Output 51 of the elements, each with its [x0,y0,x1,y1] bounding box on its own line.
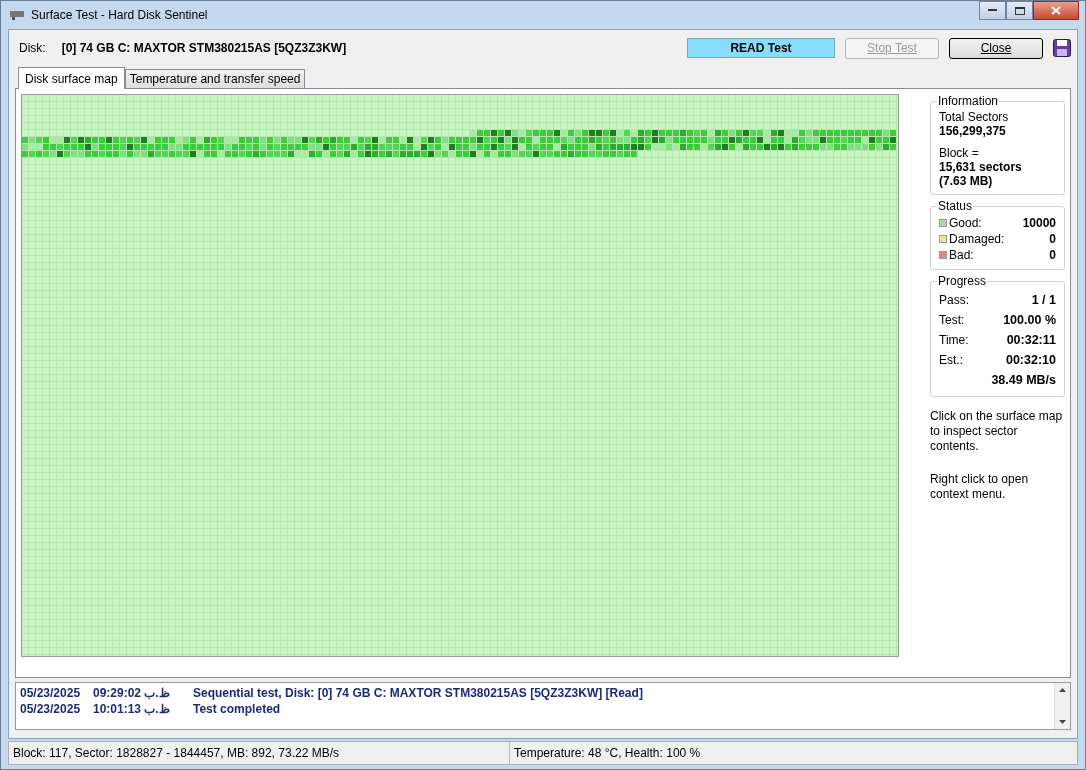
info-value: 15,631 sectors [939,160,1023,174]
tab[interactable]: Disk surface map [18,67,125,89]
progress-value: 1 / 1 [1031,293,1056,307]
info-label: Block = [939,146,980,160]
log-message: Sequential test, Disk: [0] 74 GB C: MAXTOR STM380215AS [5QZ3Z3KW] [Read] [193,686,643,700]
log-date: 05/23/2025 [20,702,82,716]
minimize-icon [988,9,997,12]
status-label: Bad: [949,248,975,262]
scroll-down-icon[interactable] [1059,720,1066,724]
window-title: Surface Test - Hard Disk Sentinel [31,8,208,22]
status-bar-text: Block: 117, Sector: 1828827 - 1844457, MB: 892, 73.22 MB/s [9,742,510,764]
progress-label: Time: [939,333,969,347]
status-label: Damaged: [949,232,1006,246]
close-icon [1051,6,1061,15]
progress-label: Est.: [939,353,963,367]
save-icon[interactable] [1053,39,1071,57]
log-message: Test completed [193,702,281,716]
disk-name: [0] 74 GB C: MAXTOR STM380215AS [5QZ3Z3KW] [61,41,348,55]
progress-value: 00:32:11 [1006,333,1056,347]
group-title: Progress [937,274,988,288]
tab[interactable]: Temperature and transfer speed [124,69,306,88]
disk-icon [9,9,25,21]
progress-label: Test: [939,313,965,327]
log-time: 09:29:02 ب.ظ [93,686,171,700]
close-button[interactable] [1033,1,1079,20]
minimize-button[interactable] [979,1,1006,20]
group-title: Information [937,94,1000,108]
log-time: 10:01:13 ب.ظ [93,702,171,716]
status-count: 10000 [1022,216,1056,230]
maximize-button[interactable] [1006,1,1033,20]
group-title: Status [937,199,974,213]
status-label: Good: [949,216,983,230]
transfer-speed: 38.49 MB/s [991,373,1056,387]
hint-text: Right click to open context menu. [930,472,1030,502]
info-label: Total Sectors [939,110,1010,124]
status-bar-text: Temperature: 48 °C, Health: 100 % [513,745,702,762]
progress-value: 00:32:10 [1005,353,1056,367]
scrollbar[interactable] [1054,683,1070,729]
status-count: 0 [1049,232,1056,246]
info-value: 156,299,375 [939,124,1007,138]
log-date: 05/23/2025 [20,686,82,700]
info-value: (7.63 MB) [939,174,994,188]
progress-value: 100.00 % [1003,313,1056,327]
test-mode-label: READ Test [687,38,835,58]
disk-label: Disk: [19,41,46,55]
status-count: 0 [1049,248,1056,262]
progress-label: Pass: [939,293,969,307]
hint-text: Click on the surface map to inspect sector contents. [930,409,1064,454]
scroll-up-icon[interactable] [1059,688,1066,692]
close-window-button[interactable]: Close [949,37,1043,59]
maximize-icon [1014,6,1025,15]
